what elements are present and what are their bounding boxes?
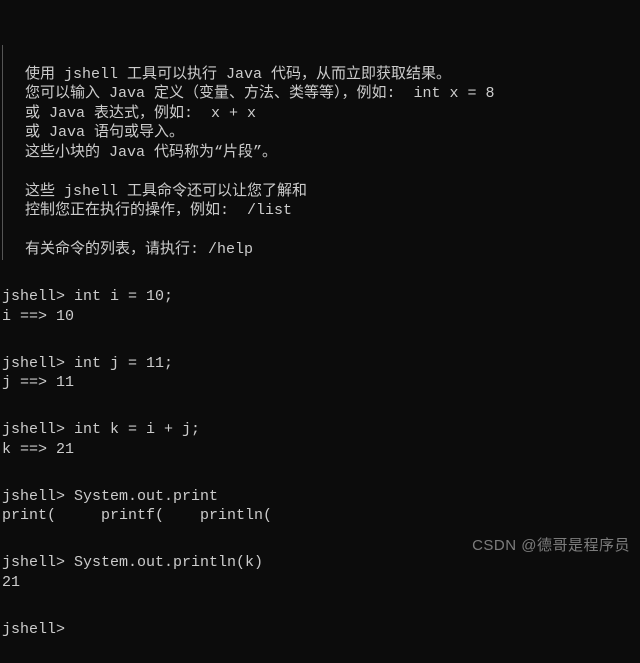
- output: k ==> 21: [2, 441, 74, 458]
- command: int j = 11;: [65, 355, 173, 372]
- jshell-block: jshell> int j = 11; j ==> 11: [2, 354, 638, 393]
- output: 21: [2, 574, 20, 591]
- jshell-block: jshell> int i = 10; i ==> 10: [2, 287, 638, 326]
- prompt: jshell>: [2, 621, 65, 638]
- prompt: jshell>: [2, 288, 65, 305]
- watermark: CSDN @德哥是程序员: [472, 536, 630, 556]
- intro-line: 这些 jshell 工具命令还可以让您了解和: [25, 183, 307, 200]
- command: int i = 10;: [65, 288, 173, 305]
- terminal-window[interactable]: 使用 jshell 工具可以执行 Java 代码，从而立即获取结果。 您可以输入…: [2, 6, 638, 663]
- command: int k = i + j;: [65, 421, 200, 438]
- intro-line: 控制您正在执行的操作，例如: /list: [25, 202, 292, 219]
- prompt: jshell>: [2, 355, 65, 372]
- jshell-block: jshell> System.out.print print( printf( …: [2, 487, 638, 526]
- intro-line: 或 Java 表达式，例如: x + x: [25, 105, 256, 122]
- intro-text: 使用 jshell 工具可以执行 Java 代码，从而立即获取结果。 您可以输入…: [2, 45, 638, 260]
- completions: print( printf( println(: [2, 507, 272, 524]
- jshell-block: jshell> int k = i + j; k ==> 21: [2, 420, 638, 459]
- intro-line: 或 Java 语句或导入。: [25, 124, 184, 141]
- command: System.out.print: [65, 488, 218, 505]
- intro-line: 使用 jshell 工具可以执行 Java 代码，从而立即获取结果。: [25, 66, 451, 83]
- intro-line: 这些小块的 Java 代码称为“片段”。: [25, 144, 277, 161]
- jshell-block: jshell>: [2, 620, 638, 640]
- output: j ==> 11: [2, 374, 74, 391]
- prompt: jshell>: [2, 421, 65, 438]
- intro-line: 您可以输入 Java 定义（变量、方法、类等等），例如: int x = 8: [25, 85, 495, 102]
- intro-line: 有关命令的列表，请执行: /help: [25, 241, 253, 258]
- prompt: jshell>: [2, 488, 65, 505]
- output: i ==> 10: [2, 308, 74, 325]
- jshell-block: jshell> System.out.println(k) 21: [2, 553, 638, 592]
